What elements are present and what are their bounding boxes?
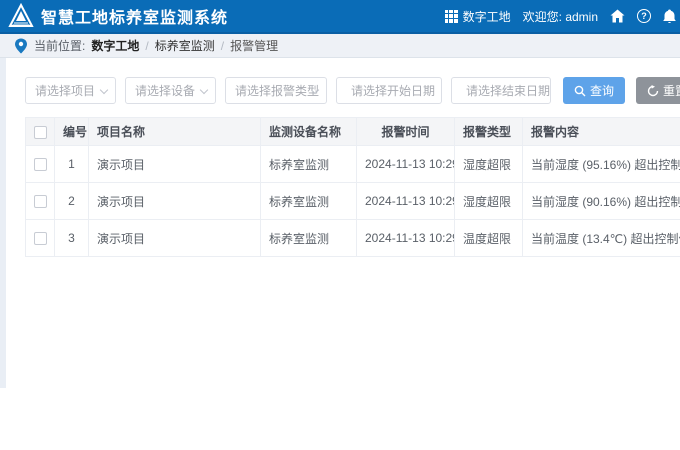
app-header: 智慧工地标养室监测系统 数字工地 欢迎您: admin ? — [0, 0, 680, 34]
project-select[interactable]: 请选择项目 — [25, 77, 116, 104]
welcome-text: 欢迎您: admin — [523, 8, 598, 25]
username: admin — [565, 10, 598, 24]
help-icon[interactable]: ? — [637, 9, 651, 23]
column-header-no: 编号 — [55, 118, 89, 146]
row-checkbox[interactable] — [34, 195, 47, 208]
cell-content: 当前湿度 (95.16%) 超出控制值范围 (9... — [523, 146, 680, 183]
alarm-type-select[interactable]: 请选择报警类型 — [225, 77, 327, 104]
device-select-placeholder: 请选择设备 — [135, 82, 195, 99]
column-header-type: 报警类型 — [455, 118, 523, 146]
column-header-project: 项目名称 — [89, 118, 261, 146]
query-button-label: 查询 — [590, 82, 614, 99]
cell-device: 标养室监测 — [261, 146, 357, 183]
select-all-checkbox[interactable] — [34, 126, 47, 139]
row-checkbox[interactable] — [34, 232, 47, 245]
row-checkbox[interactable] — [34, 158, 47, 171]
cell-type: 湿度超限 — [455, 183, 523, 220]
cell-project: 演示项目 — [89, 146, 261, 183]
end-date-input[interactable]: 请选择结束日期 — [451, 77, 551, 104]
location-pin-icon — [14, 38, 28, 54]
alarm-table: 编号 项目名称 监测设备名称 报警时间 报警类型 报警内容 1 演示项目 标养室… — [25, 117, 680, 257]
refresh-icon — [647, 85, 659, 97]
alarm-type-select-placeholder: 请选择报警类型 — [235, 82, 319, 99]
breadcrumb: 当前位置: 数字工地 / 标养室监测 / 报警管理 — [0, 34, 680, 58]
chevron-down-icon — [200, 86, 208, 94]
column-header-device: 监测设备名称 — [261, 118, 357, 146]
cell-time: 2024-11-13 10:29:25 — [357, 146, 455, 183]
cell-project: 演示项目 — [89, 220, 261, 257]
cell-type: 湿度超限 — [455, 146, 523, 183]
app-title: 智慧工地标养室监测系统 — [41, 4, 228, 28]
cell-device: 标养室监测 — [261, 220, 357, 257]
project-select-placeholder: 请选择项目 — [35, 82, 95, 99]
end-date-placeholder: 请选择结束日期 — [466, 82, 550, 99]
breadcrumb-separator: / — [145, 39, 148, 53]
grid-icon — [445, 10, 458, 23]
cell-device: 标养室监测 — [261, 183, 357, 220]
welcome-label: 欢迎您: — [523, 10, 562, 24]
header-right: 数字工地 欢迎您: admin ? — [445, 8, 676, 25]
device-select[interactable]: 请选择设备 — [125, 77, 216, 104]
home-icon[interactable] — [610, 9, 625, 23]
cell-time: 2024-11-13 10:29:25 — [357, 220, 455, 257]
left-edge-stripe — [0, 58, 6, 388]
breadcrumb-item-home[interactable]: 数字工地 — [91, 37, 139, 54]
app-switcher[interactable]: 数字工地 — [445, 8, 511, 25]
header-left: 智慧工地标养室监测系统 — [8, 3, 228, 29]
breadcrumb-separator: / — [221, 39, 224, 53]
search-icon — [574, 85, 586, 97]
start-date-placeholder: 请选择开始日期 — [351, 82, 435, 99]
main-content: 请选择项目 请选择设备 请选择报警类型 请选择开始日期 — [0, 58, 680, 448]
breadcrumb-label: 当前位置: — [34, 37, 85, 54]
column-header-time: 报警时间 — [357, 118, 455, 146]
bell-icon[interactable] — [663, 9, 676, 24]
reset-button-label: 重置 — [663, 82, 680, 99]
mountain-logo-icon — [8, 3, 34, 29]
query-button[interactable]: 查询 — [563, 77, 625, 104]
breadcrumb-item-current: 报警管理 — [230, 37, 278, 54]
table-row[interactable]: 1 演示项目 标养室监测 2024-11-13 10:29:25 湿度超限 当前… — [26, 146, 680, 183]
cell-project: 演示项目 — [89, 183, 261, 220]
app-switcher-label: 数字工地 — [463, 8, 511, 25]
table-row[interactable]: 2 演示项目 标养室监测 2024-11-13 10:29:25 湿度超限 当前… — [26, 183, 680, 220]
table-row[interactable]: 3 演示项目 标养室监测 2024-11-13 10:29:25 温度超限 当前… — [26, 220, 680, 257]
table-header-row: 编号 项目名称 监测设备名称 报警时间 报警类型 报警内容 — [26, 118, 680, 146]
cell-time: 2024-11-13 10:29:25 — [357, 183, 455, 220]
reset-button[interactable]: 重置 — [636, 77, 680, 104]
chevron-down-icon — [100, 86, 108, 94]
breadcrumb-item-monitor[interactable]: 标养室监测 — [155, 37, 215, 54]
cell-no: 3 — [55, 220, 89, 257]
cell-type: 温度超限 — [455, 220, 523, 257]
column-header-content: 报警内容 — [523, 118, 680, 146]
cell-no: 1 — [55, 146, 89, 183]
start-date-input[interactable]: 请选择开始日期 — [336, 77, 442, 104]
cell-content: 当前湿度 (90.16%) 超出控制值范围 (9... — [523, 183, 680, 220]
cell-no: 2 — [55, 183, 89, 220]
filter-toolbar: 请选择项目 请选择设备 请选择报警类型 请选择开始日期 — [0, 58, 680, 104]
cell-content: 当前温度 (13.4℃) 超出控制值范围 (20... — [523, 220, 680, 257]
